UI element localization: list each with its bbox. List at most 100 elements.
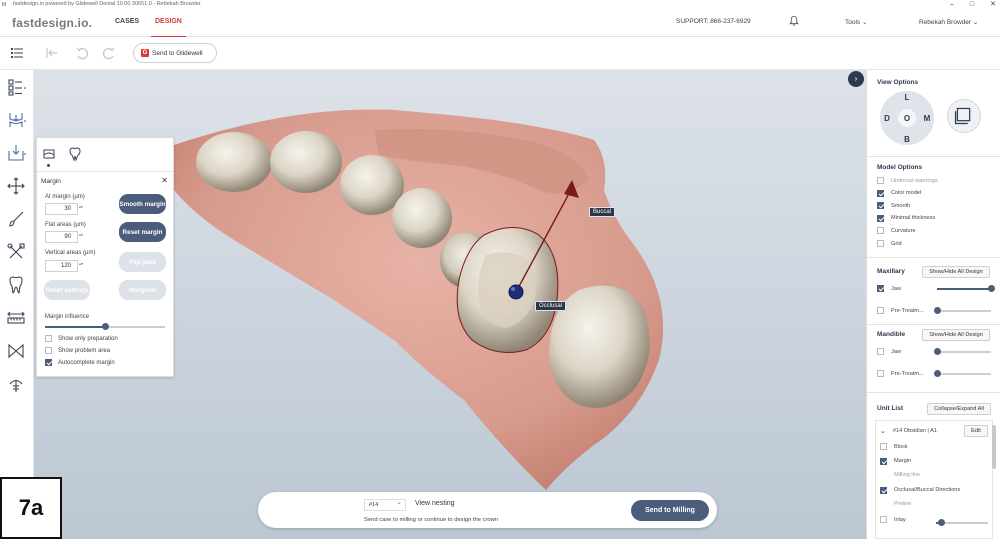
tooth-icon[interactable] bbox=[6, 275, 26, 295]
checkbox-box[interactable] bbox=[877, 285, 884, 292]
checkbox-box[interactable] bbox=[877, 189, 884, 197]
checkbox-box[interactable] bbox=[877, 307, 884, 314]
figure-badge: 7a bbox=[0, 477, 62, 539]
glidewell-logo-icon: G bbox=[141, 49, 149, 57]
inlay-opacity-slider[interactable] bbox=[936, 519, 988, 526]
send-to-glidewell-button[interactable]: G Send to Glidewell bbox=[133, 43, 217, 63]
dial-mesial[interactable]: M bbox=[924, 114, 931, 123]
tools-menu[interactable]: Tools ⌄ bbox=[845, 18, 867, 26]
checkbox-box[interactable] bbox=[880, 516, 887, 523]
unit-item[interactable]: Margin bbox=[880, 457, 911, 465]
implant-icon[interactable] bbox=[6, 374, 26, 394]
close-icon[interactable]: ✕ bbox=[161, 176, 168, 185]
at-margin-stepper[interactable]: 30 bbox=[45, 203, 83, 215]
user-menu[interactable]: Rebekah Browder ⌄ bbox=[919, 18, 978, 26]
maxillary-show-hide-button[interactable]: Show/Hide All Design bbox=[922, 266, 990, 278]
brush-icon[interactable] bbox=[6, 209, 26, 229]
reset-settings-button[interactable]: Reset settings bbox=[44, 280, 90, 300]
ruler-measure-icon[interactable] bbox=[6, 308, 26, 328]
skip-back-icon[interactable] bbox=[44, 45, 60, 61]
model-option-checkbox[interactable]: Grid bbox=[877, 240, 902, 247]
maximize-icon[interactable]: □ bbox=[970, 0, 974, 9]
slider-knob[interactable] bbox=[933, 307, 941, 314]
checkbox-box[interactable] bbox=[45, 359, 52, 366]
tab-cases[interactable]: CASES bbox=[115, 18, 139, 25]
prep-icon[interactable] bbox=[6, 110, 26, 130]
dial-occlusal[interactable]: O bbox=[904, 114, 910, 123]
model-option-checkbox[interactable]: Undercut warnings bbox=[877, 177, 938, 184]
unit-item[interactable]: Inlay bbox=[880, 516, 906, 523]
dial-distal[interactable]: D bbox=[884, 114, 890, 123]
mandible-pretreatment-slider[interactable] bbox=[933, 370, 991, 377]
checkbox-box[interactable] bbox=[877, 214, 884, 222]
view-direction-dial[interactable]: L D O M B bbox=[879, 90, 935, 146]
mandible-jaw-checkbox[interactable]: Jaw bbox=[877, 348, 901, 355]
wrench-tools-icon[interactable] bbox=[6, 242, 26, 262]
reset-margin-button[interactable]: Reset margin bbox=[119, 222, 166, 242]
checkbox-box[interactable] bbox=[880, 443, 887, 450]
slider-knob[interactable] bbox=[987, 285, 995, 292]
tooth-margin-tab-icon[interactable] bbox=[67, 146, 83, 162]
collapse-expand-all-button[interactable]: Collapse/Expand All bbox=[927, 403, 991, 415]
vertical-areas-stepper[interactable]: 120 bbox=[45, 260, 83, 272]
model-option-checkbox[interactable]: Smooth bbox=[877, 202, 910, 210]
checklist-icon[interactable] bbox=[6, 77, 26, 97]
chevron-down-icon[interactable]: ⌄ bbox=[880, 427, 886, 435]
margin-tool-icon[interactable] bbox=[6, 143, 26, 163]
unit-list-scrollbar[interactable] bbox=[992, 425, 996, 469]
unit-item[interactable]: Occlusal/Buccal Directions bbox=[880, 486, 960, 494]
move-icon[interactable] bbox=[6, 176, 26, 196]
show-only-preparation-checkbox[interactable]: Show only preparation bbox=[45, 335, 118, 342]
dial-buccal[interactable]: B bbox=[904, 135, 910, 144]
dial-lingual[interactable]: L bbox=[905, 93, 910, 102]
undo-icon[interactable] bbox=[74, 45, 90, 61]
notification-bell-icon[interactable] bbox=[788, 15, 800, 27]
slider-knob[interactable] bbox=[101, 323, 109, 330]
tooth-select-dropdown[interactable]: #14 bbox=[364, 498, 406, 511]
model-option-checkbox[interactable]: Minimal thickness bbox=[877, 214, 935, 222]
smooth-margin-button[interactable]: Smooth margin bbox=[119, 194, 166, 214]
mandible-jaw-slider[interactable] bbox=[933, 348, 991, 355]
checkbox-box[interactable] bbox=[877, 348, 884, 355]
unit-item[interactable]: Block bbox=[880, 443, 908, 450]
maxillary-pretreatment-slider[interactable] bbox=[933, 307, 991, 314]
redo-icon[interactable] bbox=[101, 45, 117, 61]
autocomplete-margin-checkbox[interactable]: Autocomplete margin bbox=[45, 359, 115, 366]
margin-tab-icon[interactable] bbox=[42, 147, 56, 161]
occlusal-handle[interactable] bbox=[508, 284, 524, 300]
checkbox-box[interactable] bbox=[45, 347, 52, 354]
mandible-pretreatment-checkbox[interactable]: Pre-Treatm... bbox=[877, 370, 924, 377]
slider-knob[interactable] bbox=[937, 519, 945, 526]
show-problem-area-checkbox[interactable]: Show problem area bbox=[45, 347, 110, 354]
collapse-panel-chevron-icon[interactable]: › bbox=[848, 71, 864, 87]
checkbox-box[interactable] bbox=[45, 335, 52, 342]
3d-view-icon[interactable] bbox=[947, 99, 981, 133]
checkbox-box[interactable] bbox=[877, 370, 884, 377]
send-to-milling-button[interactable]: Send to Milling bbox=[631, 500, 709, 521]
checkbox-box[interactable] bbox=[877, 227, 884, 235]
checkbox-box[interactable] bbox=[880, 486, 887, 494]
maxillary-pretreatment-checkbox[interactable]: Pre-Treatm... bbox=[877, 307, 924, 314]
checkbox-box[interactable] bbox=[877, 177, 884, 184]
bridge-connector-icon[interactable] bbox=[6, 341, 26, 361]
flip-jaws-button[interactable]: Flip jaws bbox=[119, 252, 166, 272]
slider-knob[interactable] bbox=[933, 348, 941, 355]
slider-knob[interactable] bbox=[933, 370, 941, 377]
minimize-icon[interactable]: – bbox=[950, 0, 954, 9]
checkbox-box[interactable] bbox=[877, 202, 884, 210]
unit-edit-button[interactable]: Edit bbox=[964, 425, 988, 437]
flat-areas-stepper[interactable]: 90 bbox=[45, 231, 83, 243]
mandible-show-hide-button[interactable]: Show/Hide All Design bbox=[922, 329, 990, 341]
close-window-icon[interactable]: ✕ bbox=[990, 0, 996, 9]
checkbox-box[interactable] bbox=[877, 240, 884, 247]
maxillary-jaw-opacity-slider[interactable] bbox=[937, 285, 995, 292]
unit-row-14[interactable]: ⌄ #14 Obsidian | A1 bbox=[880, 427, 937, 435]
list-menu-icon[interactable] bbox=[9, 45, 25, 61]
tab-design[interactable]: DESIGN bbox=[151, 18, 186, 38]
model-option-checkbox[interactable]: Color model bbox=[877, 189, 921, 197]
margin-ai-button[interactable]: MarginAI bbox=[119, 280, 166, 300]
maxillary-jaw-checkbox[interactable]: Jaw bbox=[877, 285, 901, 292]
checkbox-box[interactable] bbox=[880, 457, 887, 465]
model-option-checkbox[interactable]: Curvature bbox=[877, 227, 916, 235]
margin-influence-slider[interactable] bbox=[45, 323, 165, 330]
